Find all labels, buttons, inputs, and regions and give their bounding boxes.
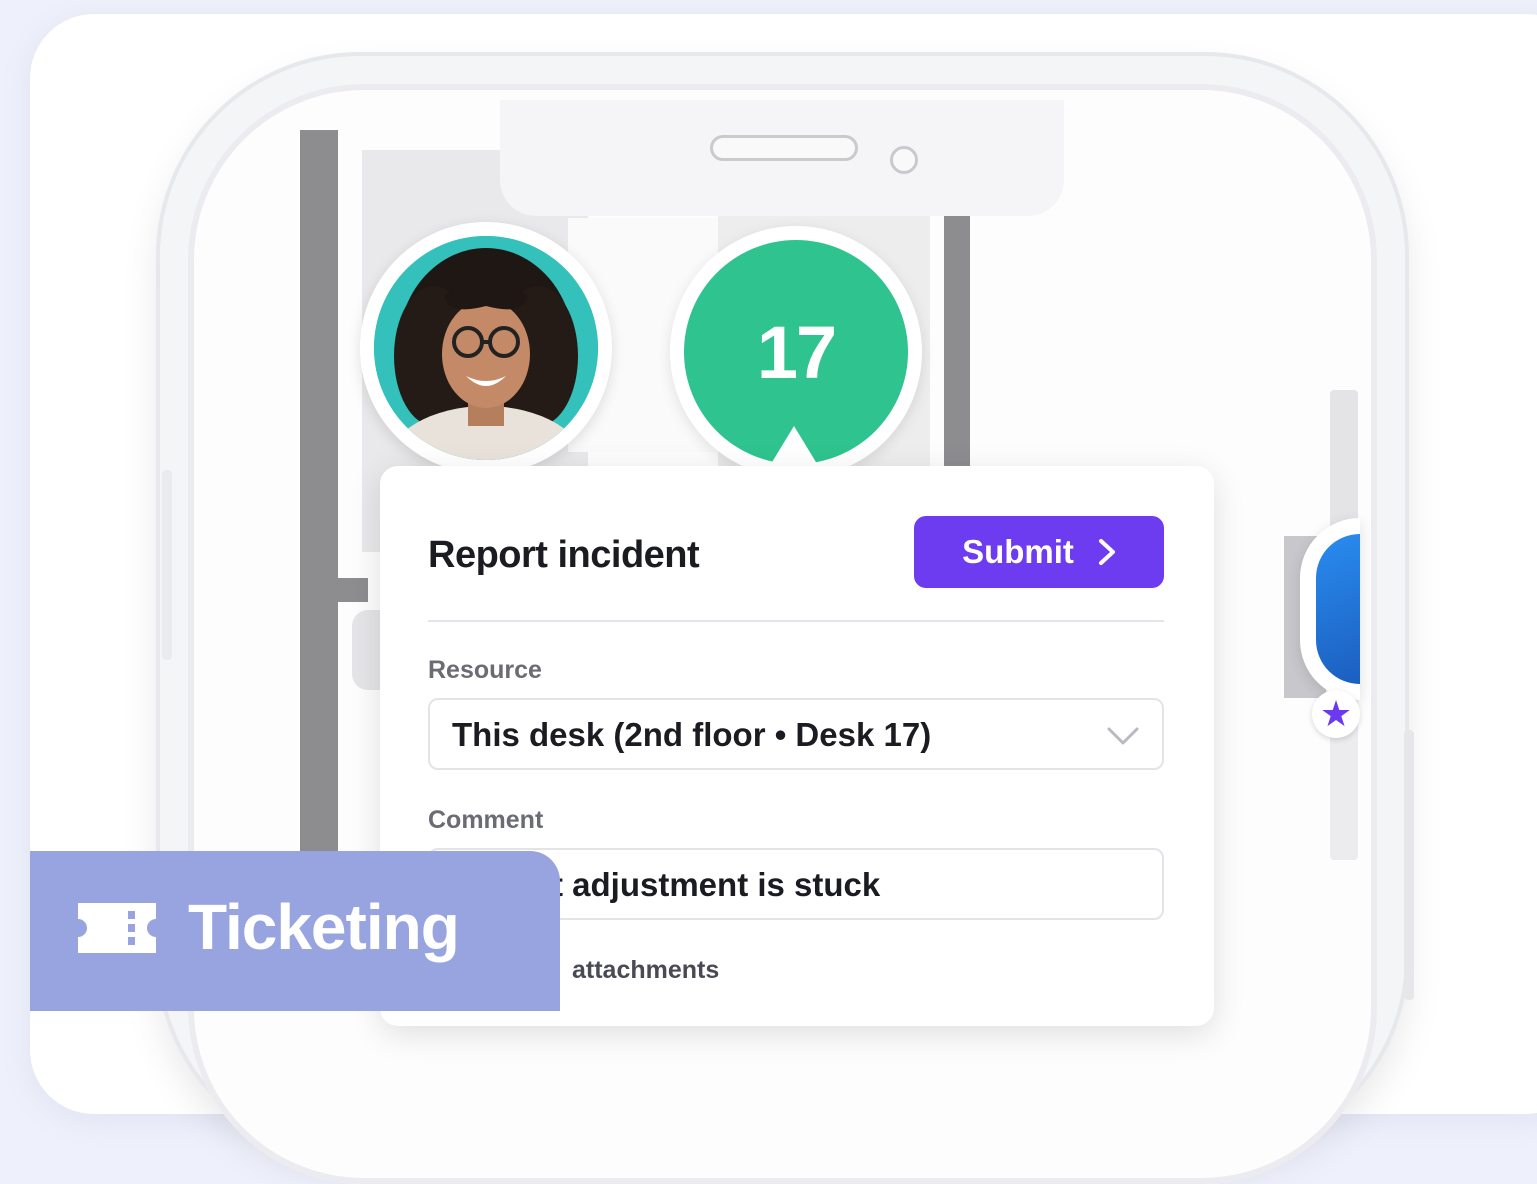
resource-select[interactable]: This desk (2nd floor • Desk 17) xyxy=(428,698,1164,770)
submit-label: Submit xyxy=(962,533,1074,570)
ticketing-badge: Ticketing xyxy=(30,851,560,1011)
map-wall xyxy=(944,216,970,468)
user-avatar-image xyxy=(374,236,598,460)
comment-label: Comment xyxy=(428,806,544,834)
desk-pin-pointer xyxy=(766,426,822,472)
comment-value: t adjustment is stuck xyxy=(552,866,881,903)
chevron-right-icon xyxy=(1098,539,1115,565)
chevron-down-icon xyxy=(1107,727,1139,745)
submit-button[interactable]: Submit xyxy=(914,516,1164,588)
panel-title: Report incident xyxy=(428,534,700,576)
phone-side-button xyxy=(1404,730,1414,1000)
ticket-icon xyxy=(78,903,156,953)
attachments-label: attachments xyxy=(572,956,720,984)
map-wall xyxy=(338,578,368,602)
divider xyxy=(428,620,1164,622)
map-room xyxy=(352,610,382,690)
desk-number: 17 xyxy=(756,310,837,394)
phone-side-button xyxy=(162,470,172,660)
ticketing-label: Ticketing xyxy=(188,891,460,963)
user-avatar[interactable] xyxy=(374,236,598,460)
resource-value: This desk (2nd floor • Desk 17) xyxy=(452,716,932,753)
phone-speaker xyxy=(710,135,858,161)
other-pin[interactable] xyxy=(1316,534,1360,684)
phone-camera xyxy=(890,146,918,174)
map-wall xyxy=(300,130,338,960)
resource-label: Resource xyxy=(428,656,542,684)
star-icon: ★ xyxy=(1312,690,1360,738)
